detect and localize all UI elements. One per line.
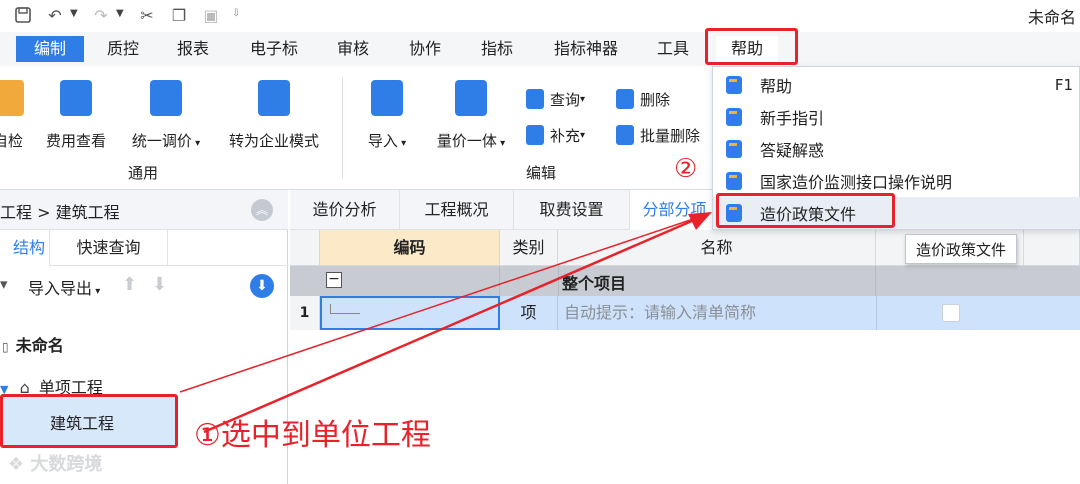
annotation-arrows [179, 212, 712, 434]
annotation-step2: ② [674, 154, 698, 184]
annotation-step1: ①选中到单位工程 [194, 418, 431, 453]
watermark-logo-icon: ❖ [8, 454, 31, 475]
arrow-head [688, 212, 712, 230]
watermark: ❖ 大数跨境 [8, 454, 103, 475]
arrow-line [179, 213, 709, 393]
arrow-line [203, 212, 709, 434]
